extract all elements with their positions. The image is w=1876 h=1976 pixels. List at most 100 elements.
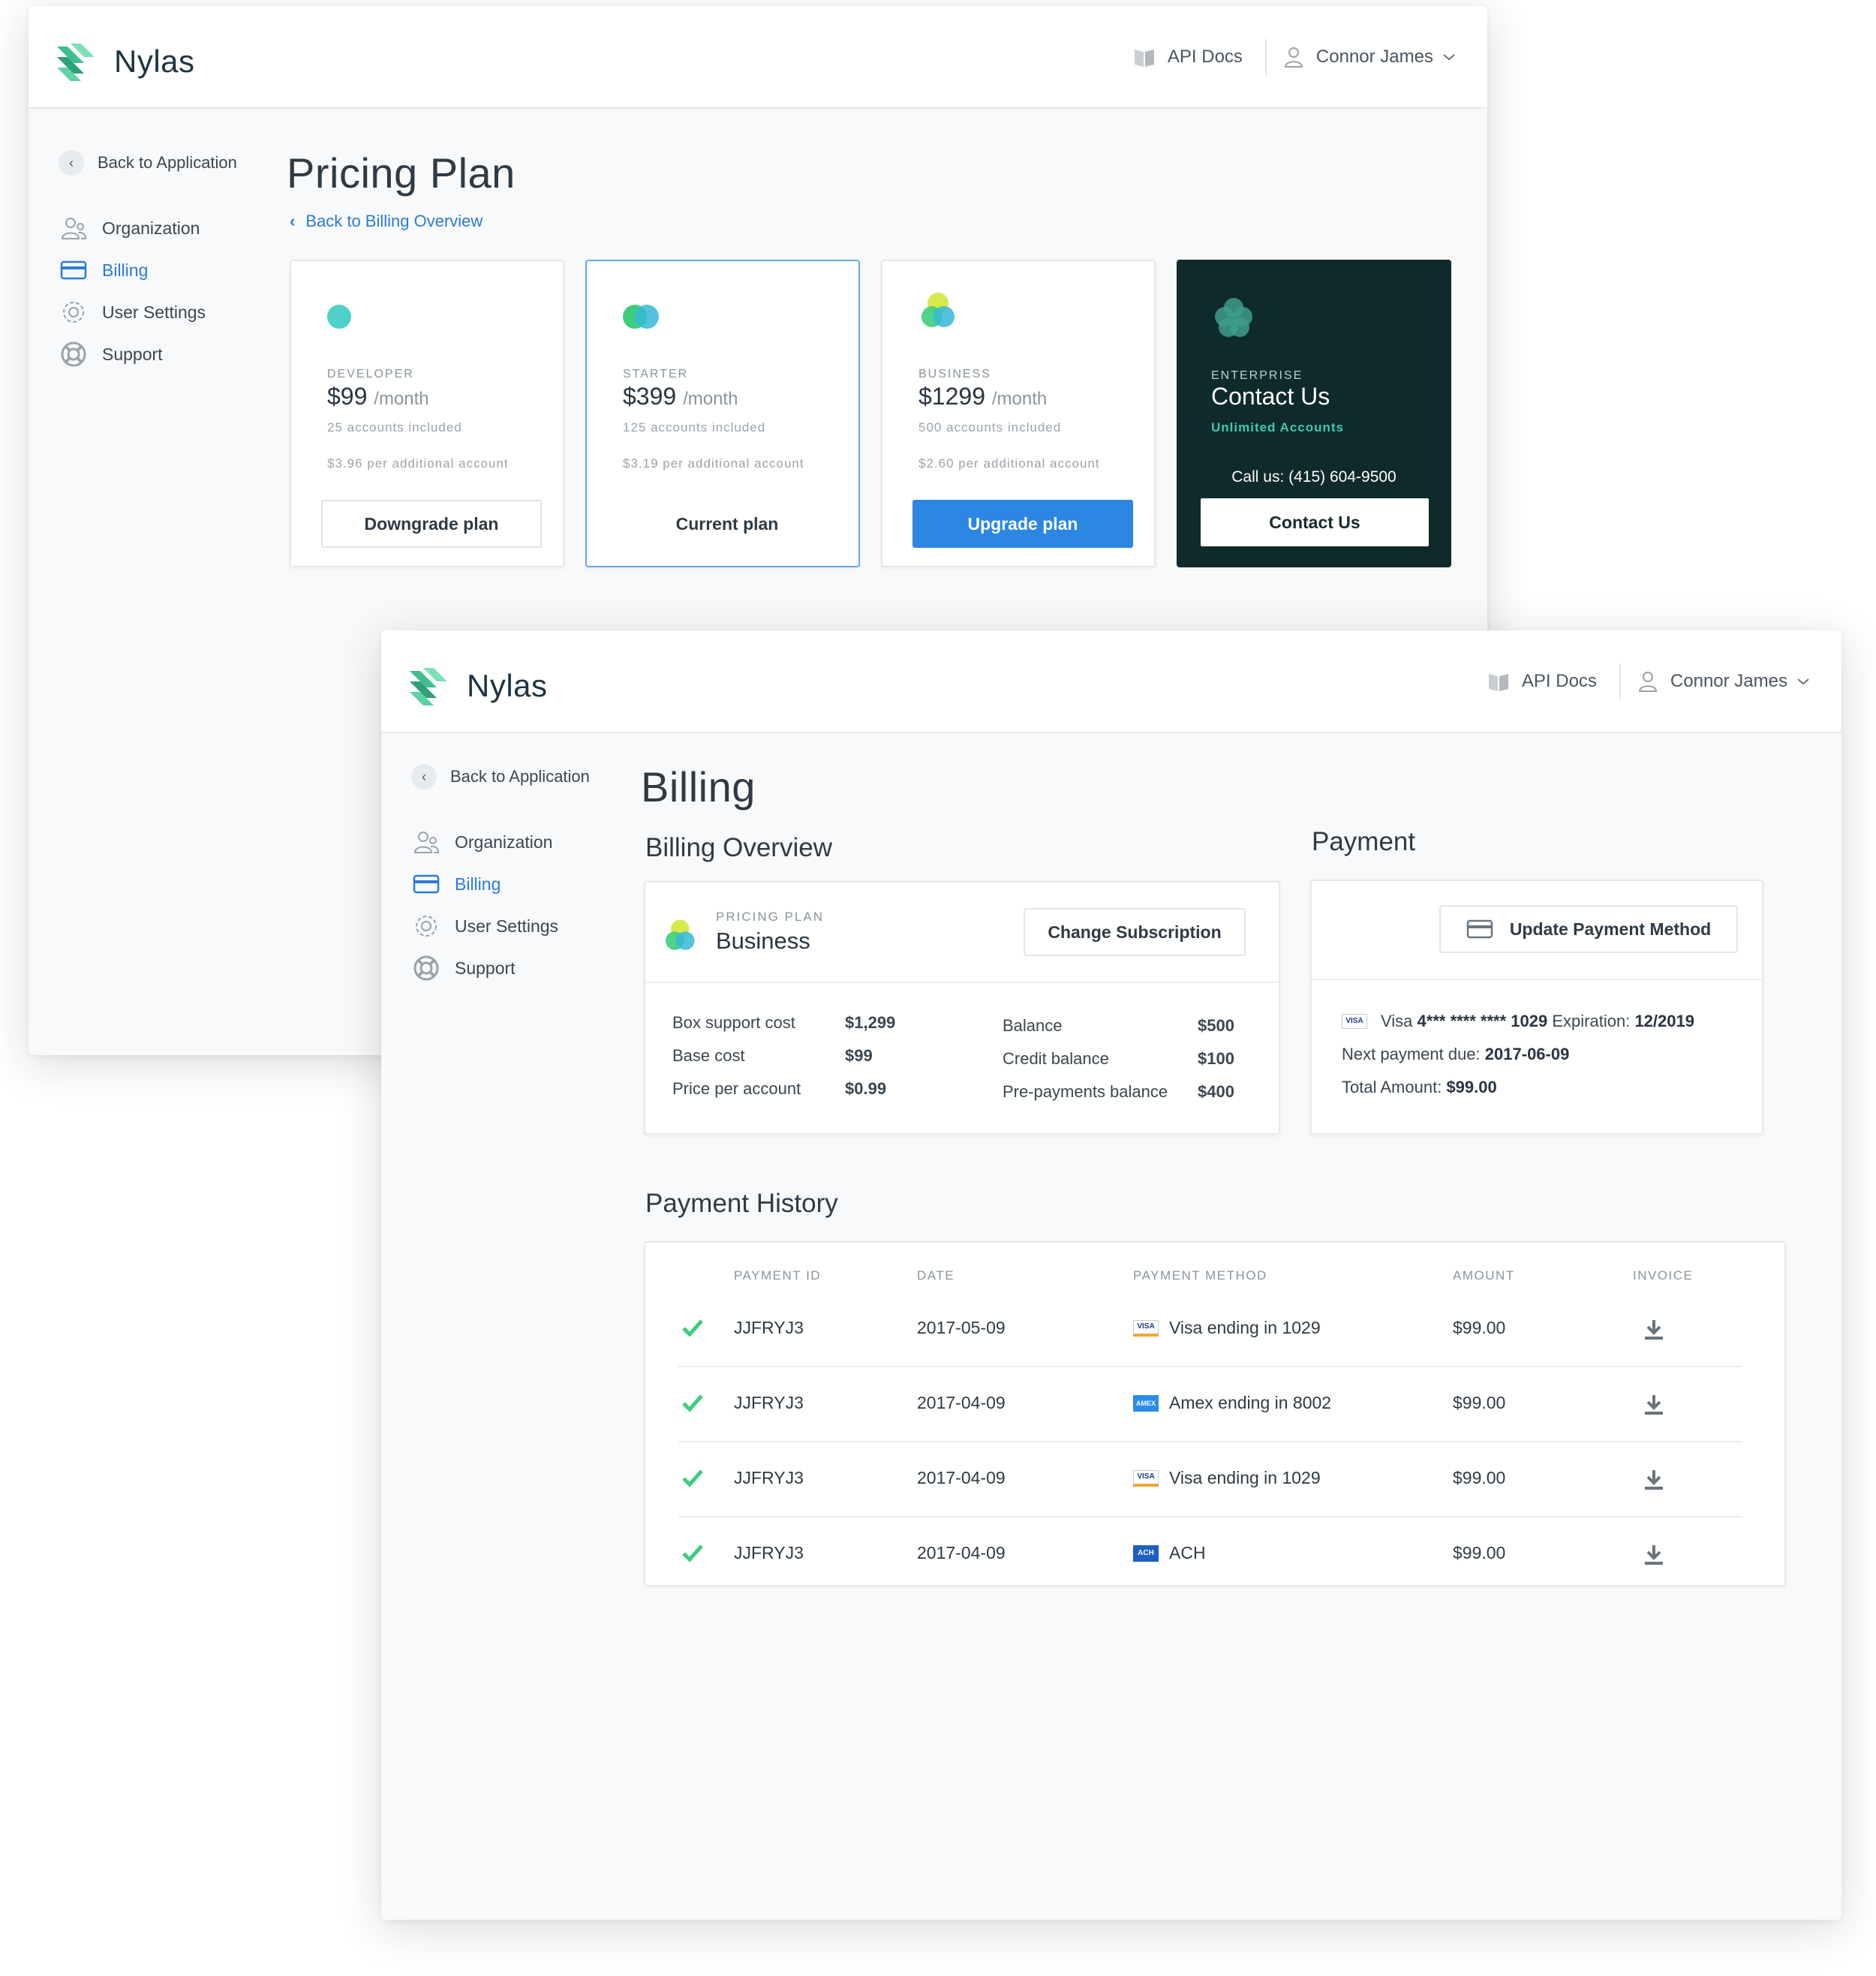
enterprise-title: Contact Us [1211,383,1330,410]
sidebar-item-support[interactable]: Support [411,947,636,989]
business-plan-icon [666,919,695,950]
base-cost-label: Base cost [672,1046,745,1065]
balance-value: $500 [1198,1016,1234,1035]
sidebar-item-user-settings[interactable]: User Settings [59,291,284,333]
column-header-invoice: INVOICE [1633,1268,1694,1283]
back-to-billing-overview[interactable]: ‹ Back to Billing Overview [290,212,483,231]
divider [1312,979,1762,980]
enterprise-phone: Call us: (415) 604-9500 [1231,468,1396,486]
payment-method-label: Visa ending in 1029 [1169,1318,1321,1337]
card-summary: VISA Visa 4*** **** **** 1029 Expiration… [1342,1012,1694,1031]
box-support-cost-label: Box support cost [672,1013,795,1032]
check-icon [681,1393,704,1412]
plan-card-business: BUSINESS $1299 /month 500 accounts inclu… [881,260,1156,567]
api-docs-label: API Docs [1167,47,1243,67]
update-payment-method-button[interactable]: Update Payment Method [1439,905,1738,953]
back-to-application[interactable]: ‹ Back to Application [59,150,284,176]
user-name: Connor James [1315,47,1433,67]
top-bar: Nylas API Docs Connor James [29,6,1487,109]
download-invoice-icon[interactable] [1643,1393,1664,1415]
nylas-logo-icon [410,668,447,705]
lifebuoy-icon [411,955,441,982]
sidebar-item-billing[interactable]: Billing [411,863,636,905]
user-menu[interactable]: Connor James [1637,670,1811,693]
api-docs-link[interactable]: API Docs [1487,670,1597,693]
chevron-left-icon: ‹ [59,150,84,176]
table-row: JJFRYJ3 2017-04-09 VISA Visa ending in 1… [678,1442,1742,1517]
payment-date: 2017-04-09 [917,1393,1006,1412]
current-plan-label: Current plan [617,500,837,548]
next-due-label: Next payment due: [1342,1045,1481,1063]
ach-icon: ACH [1133,1544,1159,1562]
nylas-logo[interactable]: Nylas [54,41,195,83]
organization-icon [411,829,441,856]
base-cost-value: $99 [845,1046,873,1065]
expiration-value: 12/2019 [1634,1012,1694,1030]
plan-name: STARTER [623,368,689,380]
enterprise-plan-icon [1215,298,1252,337]
sidebar-item-label: Billing [455,874,501,894]
credit-balance-label: Credit balance [1003,1049,1109,1068]
plan-name: ENTERPRISE [1211,369,1303,382]
plan-card-enterprise: ENTERPRISE Contact Us Unlimited Accounts… [1177,260,1451,567]
back-to-application[interactable]: ‹ Back to Application [411,764,636,789]
payment-method-label: ACH [1169,1543,1206,1562]
chevron-down-icon [1797,678,1809,685]
column-header-amount: AMOUNT [1453,1268,1515,1283]
sidebar-item-support[interactable]: Support [59,333,284,375]
gear-icon [59,299,89,326]
top-nav: API Docs Connor James [1487,663,1811,699]
contact-us-button[interactable]: Contact Us [1201,498,1429,546]
card-number: 4*** **** **** 1029 [1417,1012,1548,1030]
user-menu[interactable]: Connor James [1283,46,1457,68]
plan-price-period: /month [374,389,429,409]
billing-window: Nylas API Docs Connor James ‹ Back to Ap… [381,630,1841,1920]
billing-overview-card: PRICING PLAN Business Change Subscriptio… [644,881,1280,1135]
business-plan-icon [921,293,955,327]
plan-price-period: /month [991,389,1048,409]
sidebar-item-label: User Settings [455,916,559,936]
lifebuoy-icon [59,341,89,368]
plan-price: $399 /month [623,383,738,411]
sidebar-item-user-settings[interactable]: User Settings [411,905,636,947]
download-invoice-icon[interactable] [1643,1543,1664,1565]
plan-price: $1299 /month [918,383,1047,411]
plan-price-value: $399 [623,383,677,410]
sidebar: ‹ Back to Application Organization Billi… [411,764,636,989]
next-payment-due: Next payment due: 2017-06-09 [1342,1045,1569,1064]
payment-id: JJFRYJ3 [734,1393,804,1412]
user-icon [1638,672,1657,692]
sidebar-item-organization[interactable]: Organization [59,207,284,249]
table-row: JJFRYJ3 2017-05-09 VISA Visa ending in 1… [678,1292,1742,1367]
plan-accounts: 125 accounts included [623,420,766,435]
download-invoice-icon[interactable] [1643,1468,1664,1490]
downgrade-plan-button[interactable]: Downgrade plan [321,500,542,548]
check-icon [681,1543,704,1562]
balance-label: Balance [1003,1016,1063,1035]
plan-price: $99 /month [327,383,429,411]
sidebar: ‹ Back to Application Organization Billi… [59,150,284,375]
column-header-date: DATE [917,1268,955,1283]
sidebar-item-organization[interactable]: Organization [411,821,636,863]
check-icon [681,1468,704,1487]
brand-name: Nylas [467,668,548,703]
payment-amount: $99.00 [1453,1543,1506,1562]
nylas-logo-icon [57,44,95,81]
box-support-cost-value: $1,299 [845,1013,896,1032]
upgrade-plan-button[interactable]: Upgrade plan [912,500,1133,548]
plan-extra-cost: $2.60 per additional account [918,456,1100,471]
price-per-account-label: Price per account [672,1079,801,1098]
brand-name: Nylas [114,44,195,79]
back-label: Back to Application [98,153,237,172]
api-docs-link[interactable]: API Docs [1133,46,1243,68]
credit-card-icon [411,874,441,895]
nylas-logo[interactable]: Nylas [407,665,548,707]
payment-heading: Payment [1312,827,1416,856]
change-subscription-button[interactable]: Change Subscription [1024,908,1246,956]
sidebar-item-billing[interactable]: Billing [59,249,284,291]
developer-plan-icon [327,305,351,329]
download-invoice-icon[interactable] [1643,1318,1664,1340]
user-icon [1284,47,1303,68]
nav-divider [1619,663,1621,699]
visa-card-icon: VISA [1133,1319,1159,1337]
